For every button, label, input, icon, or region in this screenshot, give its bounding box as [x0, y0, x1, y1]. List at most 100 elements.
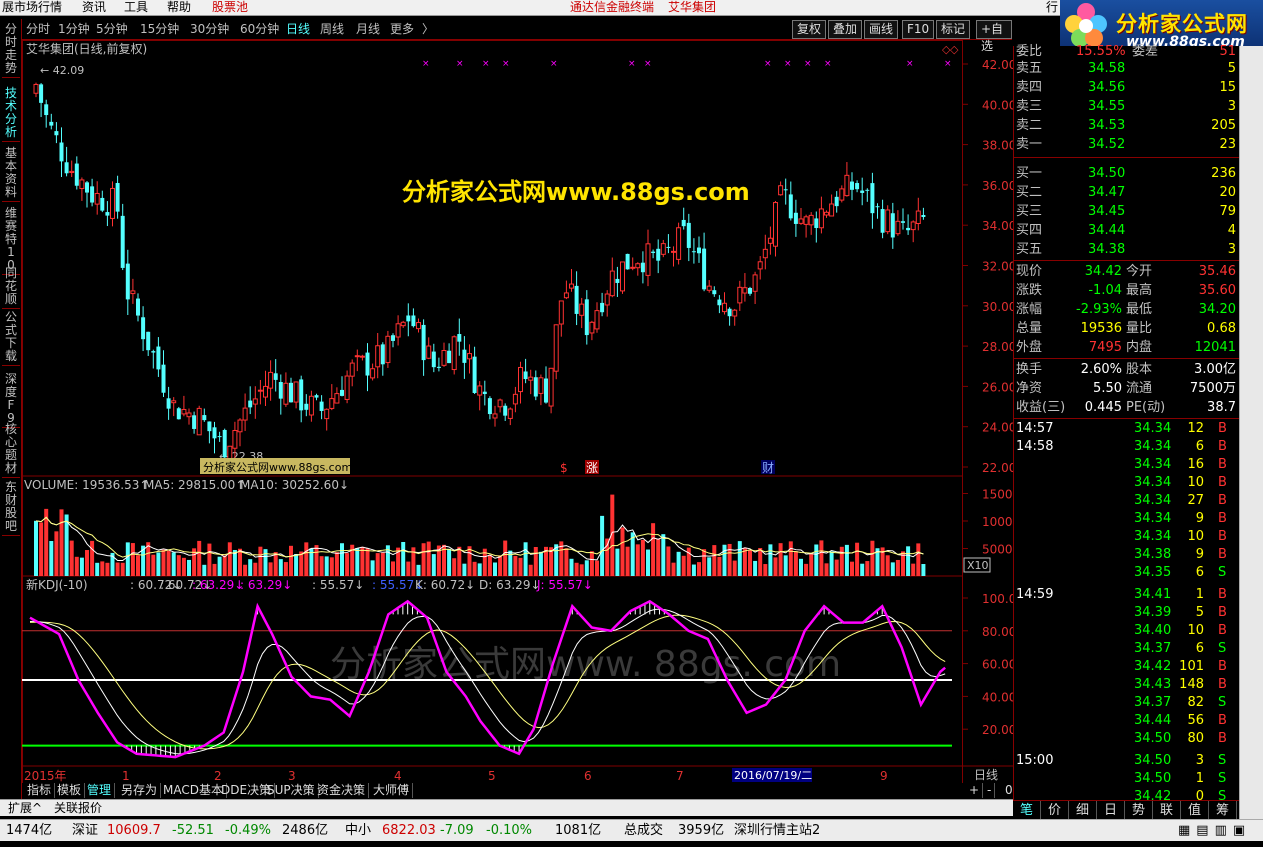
x-axis-label: 2015年 [24, 769, 67, 783]
indicator-tab-4[interactable]: MACD基本 [160, 783, 227, 798]
buy-row-4-cell: 买五 [1016, 242, 1043, 257]
volume-bar [457, 546, 462, 576]
zoom-control-0[interactable]: + [966, 783, 984, 798]
buy-row-0-cell: 236 [1211, 166, 1236, 181]
volume-bar [518, 557, 523, 576]
candle-body [196, 407, 202, 436]
candle-body [314, 395, 319, 398]
sell-row-3-cell: 205 [1211, 118, 1236, 133]
candle-body [268, 371, 274, 389]
quote-tab-2[interactable]: 细 [1069, 801, 1097, 820]
candle-body [482, 391, 487, 395]
indicator-tab-8[interactable]: 大师傅 [370, 783, 414, 798]
signal-marker: × [804, 59, 812, 69]
period-7[interactable]: 周线 [320, 21, 344, 38]
volume-bar [793, 551, 798, 576]
volume-unit: X10 [967, 559, 989, 572]
toolbar-btn-1[interactable]: 叠加 [828, 20, 863, 39]
period-label: 日线 [974, 768, 998, 782]
volume-bar [712, 545, 717, 576]
toolbar-btn-0[interactable]: 复权 [792, 20, 827, 39]
quote-tab-7[interactable]: 筹 [1209, 801, 1237, 820]
volume-bar [319, 556, 324, 576]
candle-body [752, 274, 758, 292]
volume-bar [635, 544, 640, 576]
candle-body [600, 302, 605, 313]
indicator-tab-6[interactable]: SUP决策 [264, 783, 319, 798]
period-10[interactable]: 〉 [422, 21, 434, 38]
indicator-tab-0[interactable]: 指标 [24, 783, 56, 798]
left-tab-1[interactable]: 技术分析 [2, 85, 20, 142]
signal-marker: × [824, 59, 832, 69]
toolbar-btn-3[interactable]: F10 [902, 20, 935, 39]
left-tab-7[interactable]: 核心题材 [2, 421, 20, 478]
volume-bar [870, 540, 875, 576]
indicator-tab-1[interactable]: 模板 [54, 783, 86, 798]
indicator-tab-7[interactable]: 资金决策 [314, 783, 370, 798]
buy-row-4-cell: 3 [1227, 242, 1236, 257]
menu-market[interactable]: 展市场行情 [2, 0, 62, 15]
candle-body [79, 179, 85, 189]
expand-button[interactable]: 扩展^ [8, 801, 42, 815]
period-8[interactable]: 月线 [356, 21, 380, 38]
tick-row-18-cell: S [1218, 753, 1227, 768]
volume-bar [895, 559, 900, 576]
kdj-name: 新KDJ(-10) [26, 577, 88, 592]
menu-stock-pool[interactable]: 股票池 [212, 0, 248, 15]
stats-divider [1014, 260, 1240, 261]
period-4[interactable]: 30分钟 [190, 21, 229, 38]
indicator-tab-2[interactable]: 管理 [84, 783, 116, 798]
quote-tab-1[interactable]: 价 [1041, 801, 1069, 820]
menu-info[interactable]: 资讯 [82, 0, 106, 15]
period-0[interactable]: 分时 [26, 21, 50, 38]
x-axis-label: 5 [488, 769, 496, 783]
status-tray-icons[interactable]: ▦▤▥▣ [1178, 822, 1251, 840]
quote-tab-0[interactable]: 笔 [1013, 801, 1041, 820]
toolbar-btn-2[interactable]: 画线 [864, 20, 899, 39]
left-tab-5[interactable]: 公式下载 [2, 309, 20, 366]
candle-body [487, 398, 492, 415]
left-tab-2[interactable]: 基本资料 [2, 145, 20, 202]
toolbar-btn-4[interactable]: 标记 [936, 20, 971, 39]
sell-row-2-cell: 34.55 [1088, 99, 1126, 114]
toolbar-btn-5[interactable]: +自选 [976, 20, 1012, 53]
candle-body [44, 104, 49, 116]
tick-row-3-cell: 10 [1187, 475, 1204, 490]
related-quote-button[interactable]: 关联报价 [54, 801, 102, 815]
kline-chart[interactable]: 42.00 40.00 38.00 36.00 34.00 32.00 30.00 28.00… [22, 40, 1015, 785]
tick-row-1-cell: 6 [1195, 439, 1204, 454]
menu-tools[interactable]: 工具 [124, 0, 148, 15]
price-axis-label: 32.00 [982, 260, 1015, 274]
indicator-tab-3[interactable]: 另存为 [118, 783, 162, 798]
period-3[interactable]: 15分钟 [140, 21, 179, 38]
period-6[interactable]: 日线 [286, 21, 310, 38]
period-1[interactable]: 1分钟 [58, 21, 90, 38]
menu-help[interactable]: 帮助 [167, 0, 191, 15]
period-9[interactable]: 更多 [390, 21, 414, 38]
candle-body [171, 400, 177, 404]
tick-row-13-cell: 34.42 [1134, 659, 1172, 674]
left-tab-6[interactable]: 深度F9 [2, 371, 20, 428]
candle-body [748, 287, 752, 294]
menu-right[interactable]: 行 [1046, 0, 1058, 15]
left-tab-8[interactable]: 东财股吧 [2, 479, 20, 536]
quote-tab-6[interactable]: 值 [1181, 801, 1209, 820]
candle-body [59, 142, 64, 162]
candle-body [222, 429, 227, 458]
period-2[interactable]: 5分钟 [96, 21, 128, 38]
volume-bar [59, 509, 64, 576]
candle-body [192, 415, 197, 429]
volume-bar [865, 561, 870, 576]
quote-tab-3[interactable]: 日 [1097, 801, 1125, 820]
left-tab-0[interactable]: 分时走势 [2, 21, 20, 78]
candle-body [232, 429, 238, 449]
period-5[interactable]: 60分钟 [240, 21, 279, 38]
volume-bar [329, 557, 334, 576]
candle-body [242, 407, 248, 421]
stat2-row-1: 净资 5.50 流通 7500万 [1014, 379, 1240, 398]
quote-tab-4[interactable]: 势 [1125, 801, 1153, 820]
stat-row-3: 总量 19536 量比 0.68 [1014, 319, 1240, 338]
zoom-control-1[interactable]: - [984, 783, 996, 798]
left-tab-4[interactable]: 同花顺 [2, 265, 20, 309]
quote-tab-5[interactable]: 联 [1153, 801, 1181, 820]
